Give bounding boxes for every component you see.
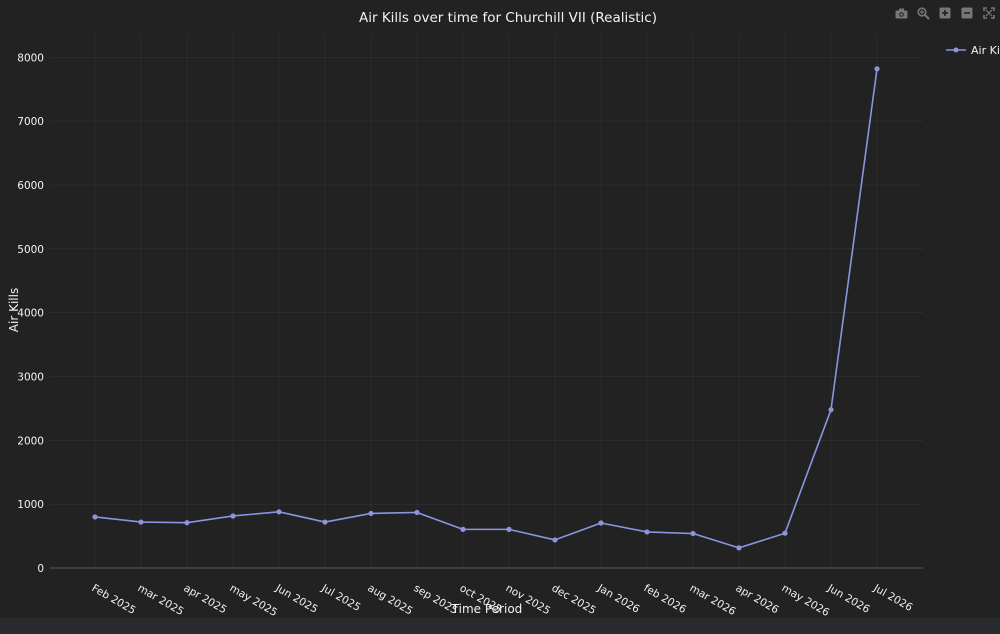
data-point[interactable]: [460, 526, 466, 532]
data-point[interactable]: [736, 545, 742, 551]
grid: [50, 35, 923, 568]
x-tick-label: Feb 2025: [90, 582, 138, 617]
y-tick-label: 5000: [17, 244, 44, 256]
autoscale-icon[interactable]: [980, 5, 998, 21]
x-tick-label: Jun 2026: [825, 582, 872, 616]
camera-icon[interactable]: [892, 5, 910, 21]
x-axis-title: Time Period: [451, 602, 523, 616]
series-air-kills: [92, 66, 880, 551]
y-tick-label: 7000: [17, 116, 44, 128]
y-tick-label: 8000: [17, 52, 44, 64]
x-tick-label: mar 2025: [136, 582, 186, 618]
legend[interactable]: Air Kills: [946, 44, 1000, 57]
x-tick-label: may 2025: [228, 582, 280, 619]
data-point[interactable]: [874, 66, 880, 72]
x-tick-label: Jun 2025: [273, 582, 320, 616]
y-tick-label: 4000: [17, 308, 44, 320]
x-tick-label: dec 2025: [550, 582, 598, 617]
data-point[interactable]: [184, 520, 190, 526]
y-tick-label: 6000: [17, 180, 44, 192]
x-tick-label: Jul 2025: [319, 582, 363, 614]
x-tick-label: apr 2025: [182, 582, 229, 616]
modebar: [892, 5, 998, 21]
x-tick-label: Jul 2026: [871, 582, 915, 614]
legend-marker: [953, 47, 959, 53]
chart-title: Air Kills over time for Churchill VII (R…: [359, 10, 657, 26]
x-tick-label: may 2026: [780, 582, 832, 619]
data-point[interactable]: [368, 510, 374, 517]
x-tick-label: feb 2026: [642, 582, 689, 616]
y-tick-label: 0: [37, 563, 44, 575]
data-point[interactable]: [644, 529, 650, 535]
zoom-in-icon[interactable]: [936, 5, 954, 21]
bottom-strip: [0, 618, 1000, 634]
chart: 0 1000 2000 3000 4000 5000 6000 7000 8000 Feb 202…: [7, 10, 1000, 619]
data-point[interactable]: [552, 537, 558, 543]
legend-label: Air Kills: [971, 44, 1000, 57]
y-tick-label: 3000: [17, 372, 44, 384]
x-tick-label: apr 2026: [734, 582, 781, 616]
data-point[interactable]: [598, 520, 604, 526]
y-axis-title: Air Kills: [7, 288, 21, 332]
data-point[interactable]: [138, 519, 144, 525]
data-point[interactable]: [322, 519, 328, 525]
data-point[interactable]: [230, 513, 236, 519]
data-point[interactable]: [92, 514, 98, 520]
x-tick-label: aug 2025: [366, 582, 415, 617]
series-line-air-kills: [94, 68, 878, 549]
data-point[interactable]: [276, 509, 282, 515]
data-point[interactable]: [782, 530, 788, 536]
zoom-out-icon[interactable]: [958, 5, 976, 21]
data-point[interactable]: [414, 509, 420, 516]
y-tick-label: 2000: [17, 435, 44, 447]
data-point[interactable]: [506, 526, 512, 532]
data-point[interactable]: [690, 530, 696, 537]
data-point[interactable]: [828, 407, 834, 413]
y-tick-label: 1000: [17, 499, 44, 511]
x-tick-label: mar 2026: [688, 582, 738, 618]
zoom-icon[interactable]: [914, 5, 932, 21]
x-tick-label: Jan 2026: [595, 582, 642, 616]
